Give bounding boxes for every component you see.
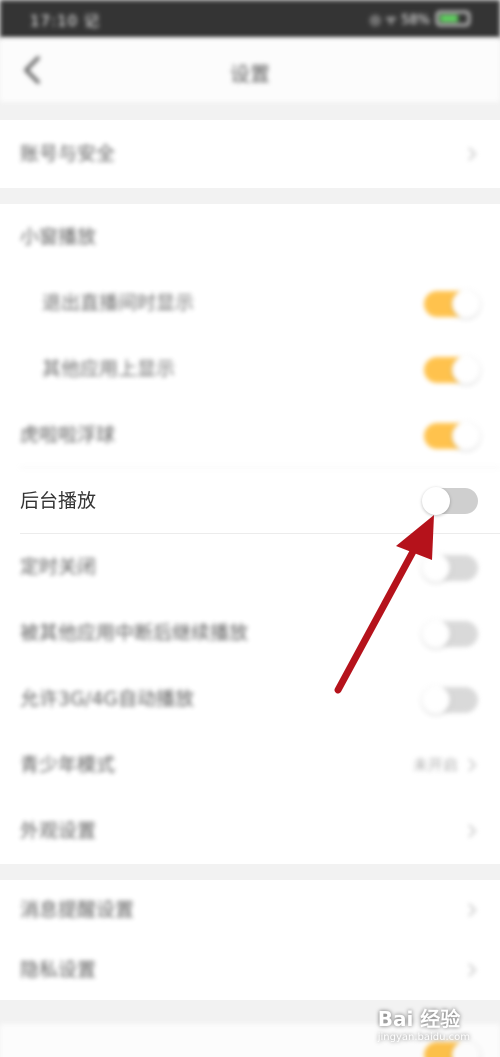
page-title: 设置: [230, 62, 270, 86]
youth-mode-status: 未开启: [412, 756, 458, 774]
toggle-switch[interactable]: [422, 554, 478, 582]
nav-bar: 设置: [0, 38, 500, 102]
chevron-right-icon: [466, 145, 478, 163]
row-label: 外观设置: [20, 820, 97, 842]
row-appearance[interactable]: 外观设置: [0, 798, 500, 864]
row-account-security[interactable]: 账号与安全: [0, 120, 500, 188]
chevron-right-icon: [466, 961, 478, 979]
row-label: 账号与安全: [20, 143, 116, 165]
row-message-reminder[interactable]: 消息提醒设置: [0, 880, 500, 940]
row-huya-ball[interactable]: 虎啦啦浮球: [0, 402, 500, 468]
status-time: 17:10 记: [30, 12, 100, 30]
row-label: 小窗播放: [20, 226, 97, 248]
row-youth-mode[interactable]: 青少年模式 未开启: [0, 732, 500, 798]
toggle-switch[interactable]: [422, 686, 478, 714]
row-other-apps[interactable]: 其他应用上显示: [0, 336, 500, 402]
toggle-switch[interactable]: [424, 356, 480, 384]
toggle-switch[interactable]: [424, 422, 480, 450]
row-privacy[interactable]: 隐私设置: [0, 940, 500, 1000]
row-mini-window: 小窗播放: [0, 204, 500, 270]
chevron-right-icon: [466, 901, 478, 919]
chevron-right-icon: [466, 822, 478, 840]
toggle-switch[interactable]: [424, 1041, 480, 1057]
row-label: 允许3G/4G自动播放: [20, 688, 195, 710]
toggle-switch[interactable]: [422, 620, 478, 648]
row-timer-close[interactable]: 定时关闭: [0, 534, 500, 600]
status-bar: 17:10 记 ◎ ᯤ 58%: [0, 0, 500, 38]
row-allow-mobile[interactable]: 允许3G/4G自动播放: [0, 666, 500, 732]
watermark-url: jingyan.baidu.com: [377, 1032, 470, 1043]
row-label: 隐私设置: [20, 959, 97, 981]
watermark-brand: Bai 经验: [377, 1007, 461, 1031]
toggle-switch[interactable]: [424, 290, 480, 318]
row-interrupt-continue[interactable]: 被其他应用中断后继续播放: [0, 600, 500, 666]
row-label: 后台播放: [20, 490, 97, 512]
watermark-logo: Bai 经验 jingyan.baidu.com: [378, 1003, 470, 1043]
battery-icon: [436, 11, 470, 26]
chevron-right-icon: [466, 756, 478, 774]
row-label: 虎啦啦浮球: [20, 424, 116, 446]
row-label: 其他应用上显示: [42, 358, 176, 380]
status-info: ◎ ᯤ 58%: [369, 13, 430, 28]
section-other: 消息提醒设置 隐私设置: [0, 880, 500, 1000]
background-play-toggle[interactable]: [422, 487, 478, 515]
row-background-play[interactable]: 后台播放: [0, 468, 500, 534]
row-label: 退出直播间时显示: [42, 292, 195, 314]
section-account: 账号与安全: [0, 120, 500, 188]
row-label: 青少年模式: [20, 754, 116, 776]
row-label: 定时关闭: [20, 556, 97, 578]
row-label: 消息提醒设置: [20, 899, 135, 921]
row-exit-live[interactable]: 退出直播间时显示: [0, 270, 500, 336]
row-label: 被其他应用中断后继续播放: [20, 622, 249, 644]
section-playback: 小窗播放 退出直播间时显示 其他应用上显示 虎啦啦浮球 后台播放 定时关闭 被其…: [0, 204, 500, 864]
